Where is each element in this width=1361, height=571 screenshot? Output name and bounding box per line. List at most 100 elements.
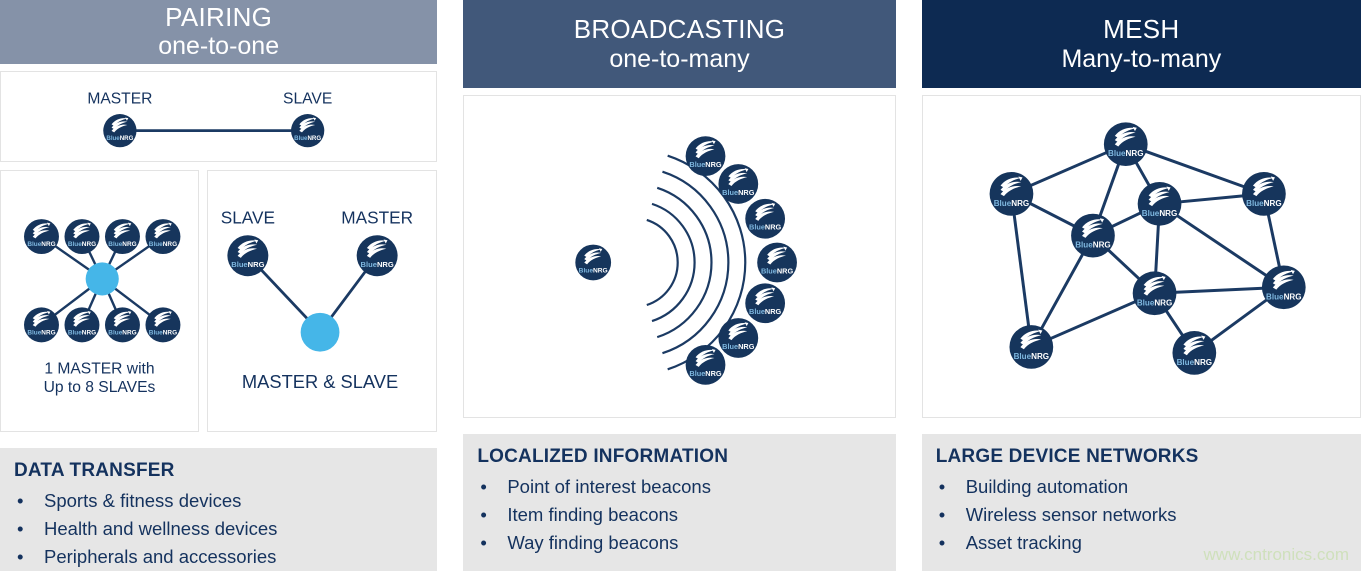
info-list-localized-information: • Point of interest beacons • Item finding … (477, 473, 881, 557)
slave-node-5: BlueNRG (24, 307, 59, 343)
slave-node-6: BlueNRG (64, 307, 100, 343)
info-box-localized-information: LOCALIZED INFORMATION • Point of interest… (463, 434, 896, 571)
bullet-icon: • (17, 489, 24, 511)
bluenrg-wordmark: BlueNRG (108, 241, 136, 248)
broadcast-wave-arc-2 (651, 202, 697, 323)
list-item: • Building automation (936, 473, 1347, 501)
master-hub-node (85, 262, 119, 296)
bluenrg-wordmark: BlueNRG (231, 260, 264, 269)
list-item-label: Item finding beacons (507, 504, 679, 526)
header-broadcasting-title: BROADCASTING (573, 14, 786, 45)
bluenrg-wordmark: BlueNRG (1266, 292, 1301, 301)
receiver-node-7: BlueNRG (685, 344, 726, 385)
bluenrg-wordmark: BlueNRG (68, 241, 96, 248)
header-pairing-title: PAIRING (165, 2, 273, 33)
list-item-label: Sports & fitness devices (44, 489, 242, 511)
mesh-node-4: BlueNRG (1137, 181, 1182, 226)
mesh-node-5: BlueNRG (1070, 213, 1115, 258)
bluenrg-wordmark: BlueNRG (106, 135, 133, 142)
slave-node-1: BlueNRG (24, 218, 59, 254)
bluenrg-wordmark: BlueNRG (1176, 358, 1211, 367)
bluenrg-wordmark: BlueNRG (723, 342, 756, 351)
list-item-label: Point of interest beacons (507, 476, 711, 497)
bluenrg-wordmark: BlueNRG (1108, 149, 1143, 158)
diagram-master-slave: SLAVE MASTER BlueNRG BlueNRG MASTER & SLAVE (221, 207, 413, 392)
list-item-label: Way finding beacons (507, 532, 679, 554)
bluenrg-wordmark: BlueNRG (149, 241, 177, 248)
list-item: • Health and wellness devices (14, 515, 423, 543)
label-master: MASTER (341, 207, 413, 227)
list-item-label: Wireless sensor networks (965, 504, 1177, 526)
bluenrg-wordmark: BlueNRG (27, 329, 55, 336)
header-broadcasting: BROADCASTING one-to-many (463, 0, 896, 88)
list-item: • Peripherals and accessories (14, 543, 423, 571)
connection-line (1157, 202, 1285, 289)
broadcast-wave-arc-1 (646, 218, 680, 307)
node-slave: BlueNRG (291, 113, 325, 148)
header-mesh-title: MESH (1103, 14, 1180, 45)
info-box-data-transfer: DATA TRANSFER • Sports & fitness devices •… (0, 447, 438, 571)
column-pairing: PAIRING one-to-one MASTER SLAVE BlueNRG Blu… (0, 0, 438, 571)
node-master: BlueNRG (356, 234, 398, 276)
panel-star-topology: BlueNRG BlueNRG BlueNRG BlueNRG BlueNRG BlueN… (0, 169, 199, 432)
receiver-node-5: BlueNRG (745, 283, 786, 324)
bluenrg-wordmark: BlueNRG (1137, 298, 1172, 307)
header-pairing-subtitle: one-to-one (158, 32, 280, 61)
bluenrg-wordmark: BlueNRG (690, 160, 723, 169)
diagram-area-broadcasting: BlueNRG BlueNRG BlueNRG BlueNRG BlueNRG BlueN… (463, 88, 896, 418)
mesh-node-3: BlueNRG (1241, 172, 1286, 216)
diagram-mesh-network: BlueNRG BlueNRG BlueNRG BlueNRG BlueNRG BlueN… (989, 122, 1306, 375)
watermark-text: www.cntronics.com (1203, 545, 1349, 564)
bluenrg-wordmark: BlueNRG (993, 199, 1028, 208)
receiver-node-4: BlueNRG (757, 242, 798, 283)
bluenrg-wordmark: BlueNRG (1141, 209, 1176, 218)
bluenrg-wordmark: BlueNRG (690, 369, 723, 378)
panel-mesh: BlueNRG BlueNRG BlueNRG BlueNRG BlueNRG BlueN… (921, 95, 1361, 418)
bluenrg-wordmark: BlueNRG (749, 223, 782, 232)
bluenrg-wordmark: BlueNRG (761, 266, 794, 275)
bullet-icon: • (938, 504, 946, 526)
mesh-node-6: BlueNRG (1261, 265, 1306, 310)
mesh-node-8: BlueNRG (1009, 325, 1053, 369)
bluenrg-wordmark: BlueNRG (27, 241, 55, 248)
bluenrg-wordmark: BlueNRG (294, 135, 321, 142)
master-slave-hub-node (300, 312, 340, 352)
list-item: • Sports & fitness devices (14, 487, 423, 515)
header-mesh-subtitle: Many-to-many (1061, 44, 1222, 73)
receiver-node-3: BlueNRG (745, 198, 786, 239)
label-master: MASTER (87, 90, 152, 107)
info-title-large-device-networks: LARGE DEVICE NETWORKS (935, 446, 1199, 467)
list-item: • Wireless sensor networks (936, 501, 1347, 529)
column-mesh: MESH Many-to-many BlueNRG BlueNRG BlueNRG B… (921, 0, 1361, 571)
list-item: • Item finding beacons (477, 501, 881, 529)
bluenrg-wordmark: BlueNRG (1075, 241, 1110, 250)
list-item-label: Asset tracking (965, 532, 1082, 554)
receiver-node-2: BlueNRG (718, 164, 759, 204)
mesh-node-7: BlueNRG (1132, 271, 1177, 316)
broadcaster-node: BlueNRG (575, 244, 612, 281)
bluenrg-wordmark: BlueNRG (149, 329, 177, 336)
bluenrg-wordmark: BlueNRG (360, 260, 393, 269)
slave-node-2: BlueNRG (64, 218, 100, 254)
slave-node-8: BlueNRG (145, 307, 181, 343)
list-item: • Point of interest beacons (477, 473, 881, 501)
diagram-one-to-one: MASTER SLAVE BlueNRG BlueNRG (87, 90, 332, 148)
header-pairing: PAIRING one-to-one (0, 0, 438, 64)
receiver-node-6: BlueNRG (718, 318, 759, 358)
mesh-node-1: BlueNRG (1103, 122, 1148, 167)
slave-node-4: BlueNRG (145, 218, 181, 254)
star-caption-line-2: Up to 8 SLAVEs (44, 379, 156, 396)
panel-broadcasting: BlueNRG BlueNRG BlueNRG BlueNRG BlueNRG BlueN… (463, 95, 896, 418)
mesh-node-9: BlueNRG (1172, 331, 1216, 375)
info-box-large-device-networks: LARGE DEVICE NETWORKS • Building automati… (921, 434, 1361, 571)
bullet-icon: • (938, 476, 946, 497)
node-master: BlueNRG (103, 113, 137, 148)
bullet-icon: • (17, 517, 24, 539)
list-item-label: Building automation (965, 476, 1129, 497)
slave-node-3: BlueNRG (104, 218, 140, 254)
triangle-caption: MASTER & SLAVE (242, 371, 398, 392)
bluenrg-wordmark: BlueNRG (108, 329, 136, 336)
bullet-icon: • (17, 545, 24, 567)
bluenrg-wordmark: BlueNRG (68, 329, 96, 336)
bluetooth-topologies-infographic: PAIRING one-to-one MASTER SLAVE BlueNRG Blu… (0, 0, 1361, 571)
